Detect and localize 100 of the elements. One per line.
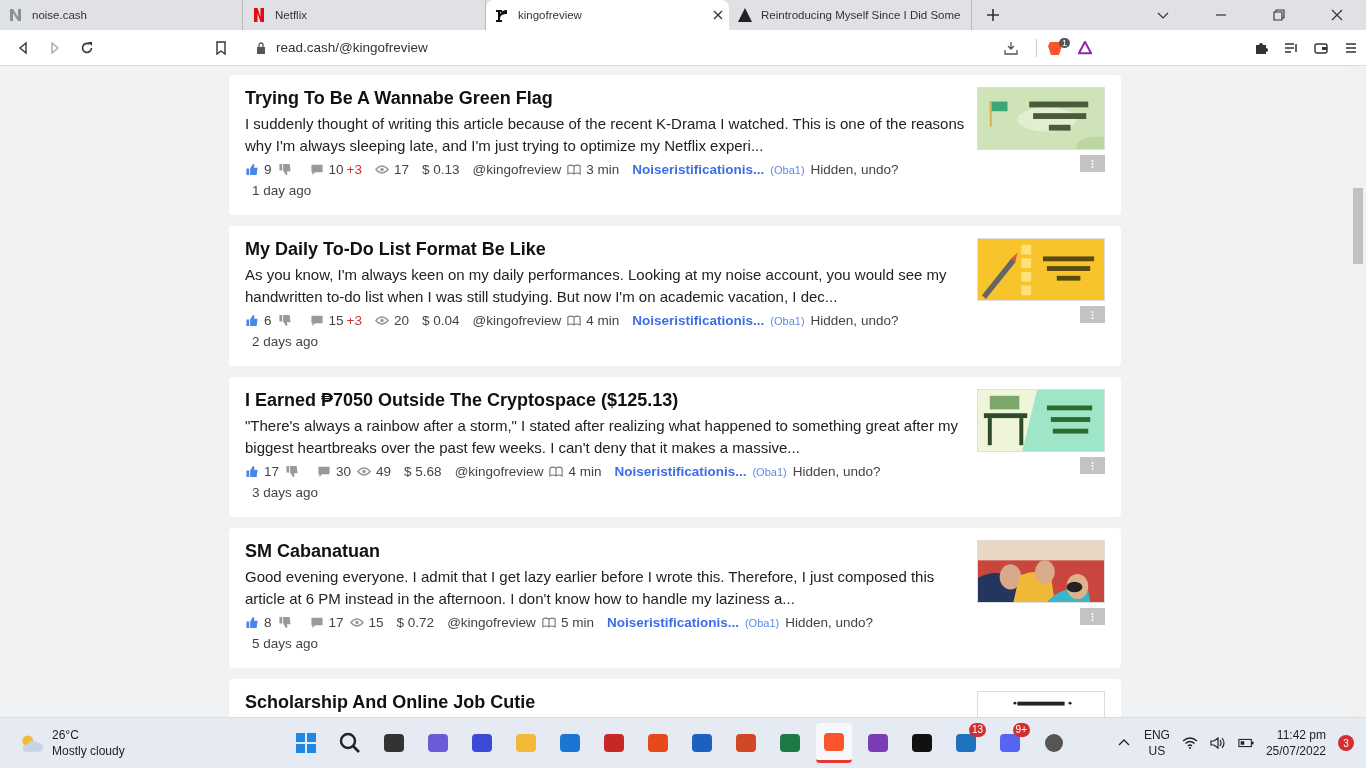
article-title[interactable]: My Daily To-Do List Format Be Like <box>245 236 977 262</box>
community-tag: (Oba1) <box>770 163 805 176</box>
undo-link[interactable]: Hidden, undo? <box>810 162 899 177</box>
like-count: 17 <box>264 464 280 479</box>
new-comment-count: +3 <box>346 313 362 328</box>
community-link[interactable]: Noiseristificationis... <box>614 464 747 479</box>
undo-link[interactable]: Hidden, undo? <box>810 313 899 328</box>
puzzle-icon[interactable] <box>1254 40 1268 55</box>
lock-icon <box>256 41 266 54</box>
article-excerpt: Good evening everyone. I admit that I get lazy earlier before I wrote this. Therefore, I just composed this article at 6 PM instead in the afternoon. I don't know how to handle my laziness a... <box>245 567 936 609</box>
triangle-icon[interactable] <box>1078 40 1092 55</box>
undo-link[interactable]: Hidden, undo? <box>792 464 881 479</box>
region[interactable]: US <box>1148 743 1166 759</box>
n-logo-icon <box>251 7 267 23</box>
view-count: 17 <box>393 162 409 177</box>
close-icon[interactable] <box>1331 9 1343 21</box>
wifi-icon[interactable] <box>1181 737 1198 749</box>
thumbs-down-icon[interactable] <box>277 314 292 327</box>
read-time: 3 min <box>586 162 620 177</box>
earnings: $ 0.04 <box>422 313 460 328</box>
triangle-logo-icon <box>737 7 753 23</box>
article-title[interactable]: Scholarship And Online Job Cutie <box>245 689 977 715</box>
temperature: 26°C <box>52 727 80 743</box>
view-count: 15 <box>368 615 384 630</box>
download-icon[interactable] <box>1004 40 1018 55</box>
kebab-icon <box>1091 158 1094 169</box>
n-logo-icon <box>8 7 24 23</box>
search-icon <box>338 731 362 755</box>
community-link[interactable]: Noiseristificationis... <box>632 162 765 177</box>
author-link[interactable]: @kingofreview <box>472 162 562 177</box>
earnings: $ 5.68 <box>404 464 442 479</box>
article-excerpt: "There's always a rainbow after a storm," I stated after realizing what happened to something great after my biggest heartbreaks over the past few weeks. I can't deny that it makes a massive... <box>245 416 960 458</box>
playlist-icon[interactable] <box>1284 40 1298 55</box>
author-link[interactable]: @kingofreview <box>454 464 544 479</box>
bookmark-icon[interactable] <box>214 40 228 55</box>
speaker-icon[interactable] <box>1209 737 1226 749</box>
thumbs-down-icon[interactable] <box>277 163 292 176</box>
comment-count: 17 <box>328 615 344 630</box>
community-tag: (Oba1) <box>770 314 805 327</box>
thumbs-up-icon[interactable] <box>245 616 259 629</box>
language[interactable]: ENG <box>1143 727 1170 743</box>
read-time: 4 min <box>568 464 602 479</box>
community-link[interactable]: Noiseristificationis... <box>606 615 739 630</box>
book-icon <box>541 616 556 629</box>
weather-condition: Mostly cloudy <box>52 743 125 759</box>
like-count: 6 <box>264 313 272 328</box>
kebab-icon <box>1091 460 1094 471</box>
article-title[interactable]: SM Cabanatuan <box>245 538 977 564</box>
windows-start-icon <box>294 731 318 755</box>
battery-icon[interactable] <box>1237 737 1254 749</box>
article-title[interactable]: I Earned ₱7050 Outside The Cryptospace ($125.13) <box>245 387 977 413</box>
read-time: 5 min <box>560 615 594 630</box>
eye-icon <box>349 616 364 629</box>
taskbar-button[interactable]: 13 <box>948 723 984 763</box>
undo-link[interactable]: Hidden, undo? <box>785 615 873 630</box>
notification-badge: 1 <box>1059 37 1070 48</box>
taskbar-button[interactable]: 9+ <box>992 723 1028 763</box>
notification-badge[interactable]: 3 <box>1338 735 1354 751</box>
back-icon[interactable] <box>16 40 30 55</box>
post-age: 1 day ago <box>252 183 313 198</box>
thumbs-up-icon[interactable] <box>245 465 259 478</box>
earnings: $ 0.72 <box>396 615 435 630</box>
view-count: 49 <box>376 464 392 479</box>
comment-icon[interactable] <box>309 616 324 629</box>
comment-icon[interactable] <box>309 163 324 176</box>
clock-time[interactable]: 11:42 pm <box>1276 727 1326 743</box>
community-link[interactable]: Noiseristificationis... <box>632 313 765 328</box>
comment-count: 30 <box>336 464 352 479</box>
author-link[interactable]: @kingofreview <box>472 313 562 328</box>
restore-icon[interactable] <box>1273 9 1285 21</box>
notification-badge: 9+ <box>1012 723 1030 737</box>
new-tab-icon[interactable] <box>986 8 1000 22</box>
new-comment-count: +3 <box>346 162 362 177</box>
clock-date[interactable]: 25/07/2022 <box>1265 743 1326 759</box>
thumbs-down-icon[interactable] <box>277 616 292 629</box>
earnings: $ 0.13 <box>422 162 460 177</box>
like-count: 9 <box>264 162 272 177</box>
community-tag: (Oba1) <box>752 465 787 478</box>
post-age: 2 days ago <box>252 334 320 349</box>
menu-icon[interactable] <box>1344 40 1358 55</box>
comment-icon[interactable] <box>317 465 332 478</box>
kebab-icon <box>1091 611 1094 622</box>
close-icon[interactable] <box>713 10 723 20</box>
browser-tab[interactable]: kingofreview <box>486 0 729 30</box>
post-age: 5 days ago <box>252 636 320 651</box>
thumbs-up-icon[interactable] <box>245 163 259 176</box>
reload-icon[interactable] <box>80 40 94 55</box>
post-age: 3 days ago <box>252 485 320 500</box>
comment-icon[interactable] <box>309 314 324 327</box>
notification-badge: 13 <box>968 723 986 737</box>
eye-icon <box>357 465 372 478</box>
thumbs-up-icon[interactable] <box>245 314 259 327</box>
thumbs-down-icon[interactable] <box>285 465 300 478</box>
eye-icon <box>374 163 389 176</box>
like-count: 8 <box>264 615 272 630</box>
book-icon <box>567 163 582 176</box>
author-link[interactable]: @kingofreview <box>447 615 536 630</box>
wallet-icon[interactable] <box>1314 40 1328 55</box>
comment-count: 15 <box>328 313 344 328</box>
article-title[interactable]: Trying To Be A Wannabe Green Flag <box>245 85 977 111</box>
